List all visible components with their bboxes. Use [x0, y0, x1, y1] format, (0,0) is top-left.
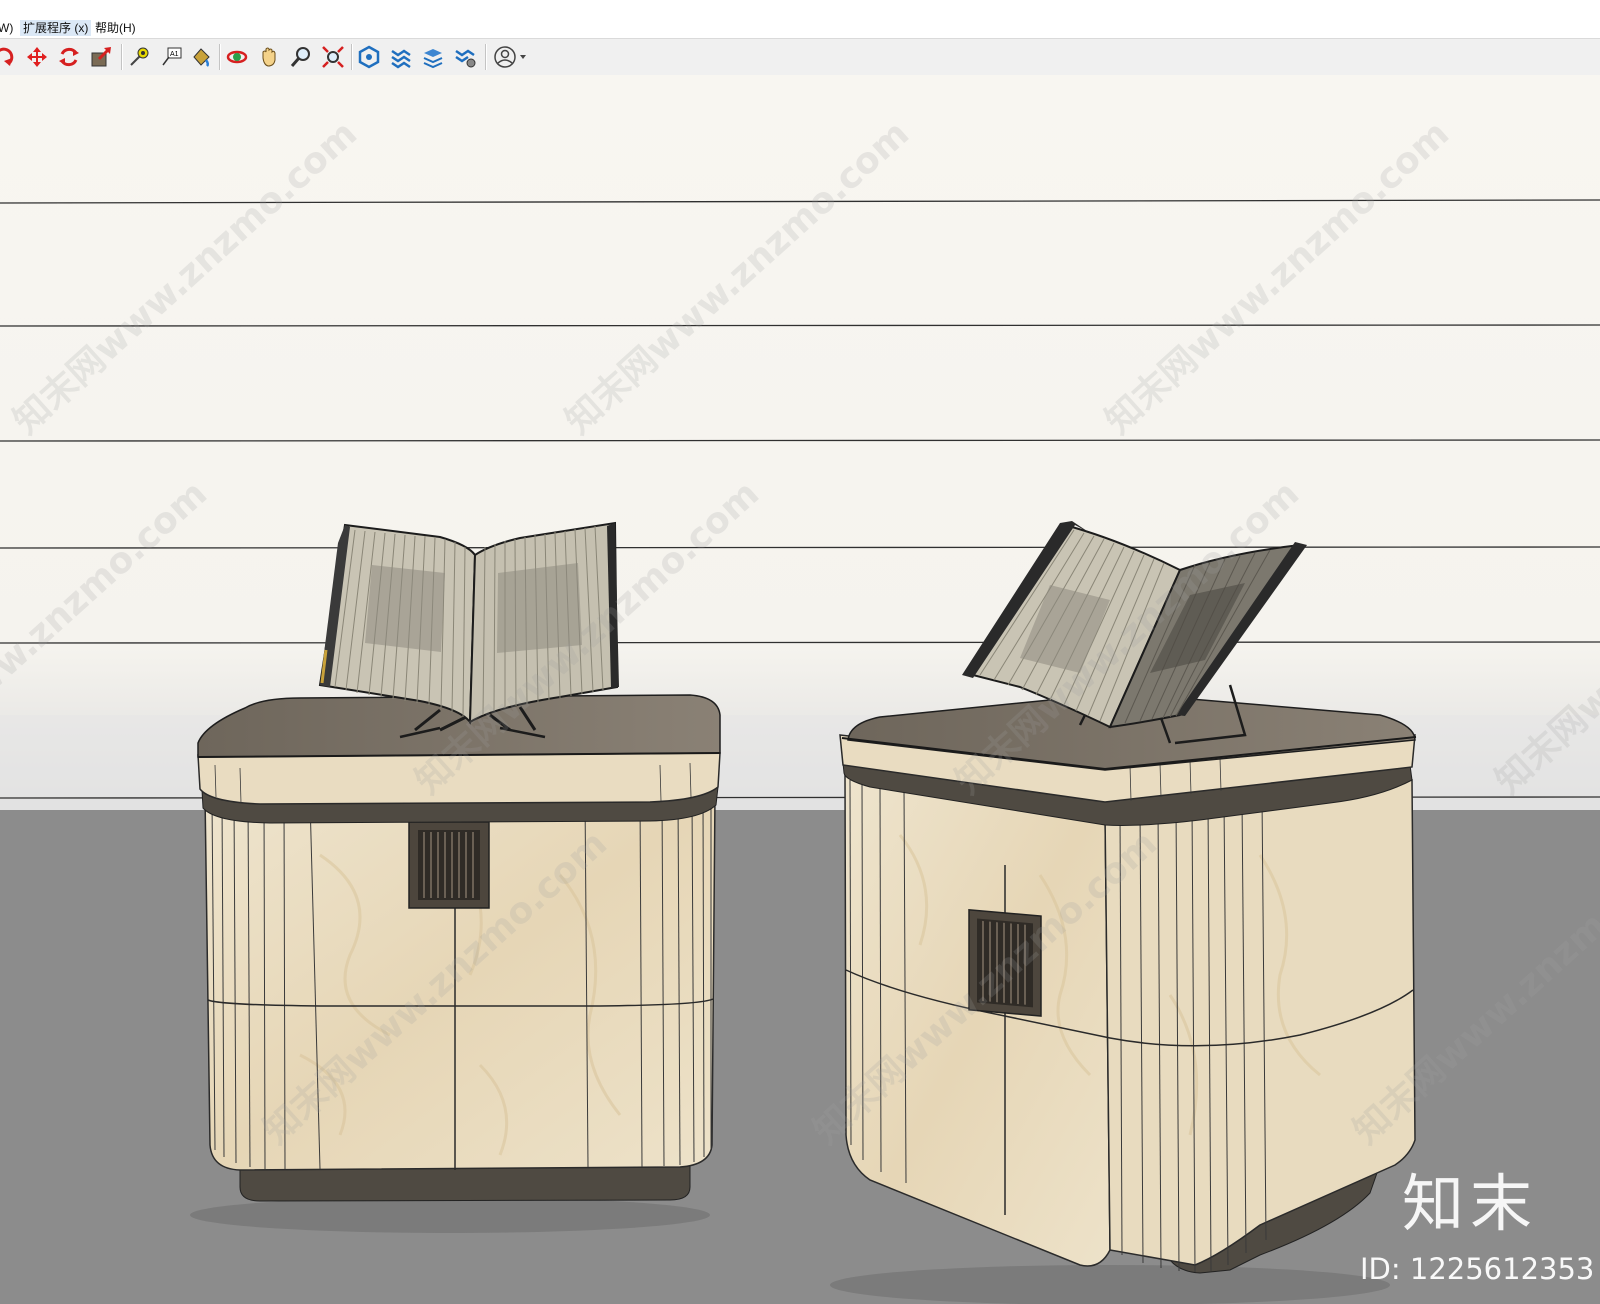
menu-extensions[interactable]: 扩展程序 (x) — [20, 20, 92, 36]
paint-bucket-icon[interactable] — [189, 45, 213, 69]
toolbar: A1 — [0, 38, 1600, 76]
toolbar-separator — [219, 44, 221, 70]
toolbar-separator — [121, 44, 123, 70]
layers-icon[interactable] — [389, 45, 413, 69]
text-label-icon[interactable]: A1 — [160, 45, 184, 69]
brand-logo: 知末 — [1402, 1167, 1539, 1240]
rotate-arrows-icon[interactable] — [57, 45, 81, 69]
pan-hand-icon[interactable] — [257, 45, 281, 69]
rotate-tool-icon[interactable] — [0, 45, 16, 69]
model-viewport[interactable]: 知末网www.znzmo.com 知末网www.znzmo.com 知末网www… — [0, 75, 1600, 1304]
menu-window[interactable]: W) — [0, 20, 13, 36]
zoom-extents-icon[interactable] — [321, 45, 345, 69]
scenes-icon[interactable] — [421, 45, 445, 69]
svg-text:A1: A1 — [170, 51, 179, 58]
menu-bar: W) 扩展程序 (x) 帮助(H) — [0, 0, 1600, 38]
image-id-label: ID: 1225612353 — [1360, 1252, 1595, 1286]
styles-icon[interactable] — [453, 45, 477, 69]
zoom-icon[interactable] — [289, 45, 313, 69]
tape-measure-icon[interactable] — [127, 45, 151, 69]
menu-help[interactable]: 帮助(H) — [95, 20, 136, 36]
toolbar-separator — [351, 44, 353, 70]
scale-tool-icon[interactable] — [89, 45, 113, 69]
orbit-icon[interactable] — [225, 45, 249, 69]
move-tool-icon[interactable] — [25, 45, 49, 69]
account-icon[interactable] — [493, 45, 533, 69]
components-icon[interactable] — [357, 45, 381, 69]
toolbar-separator — [485, 44, 487, 70]
